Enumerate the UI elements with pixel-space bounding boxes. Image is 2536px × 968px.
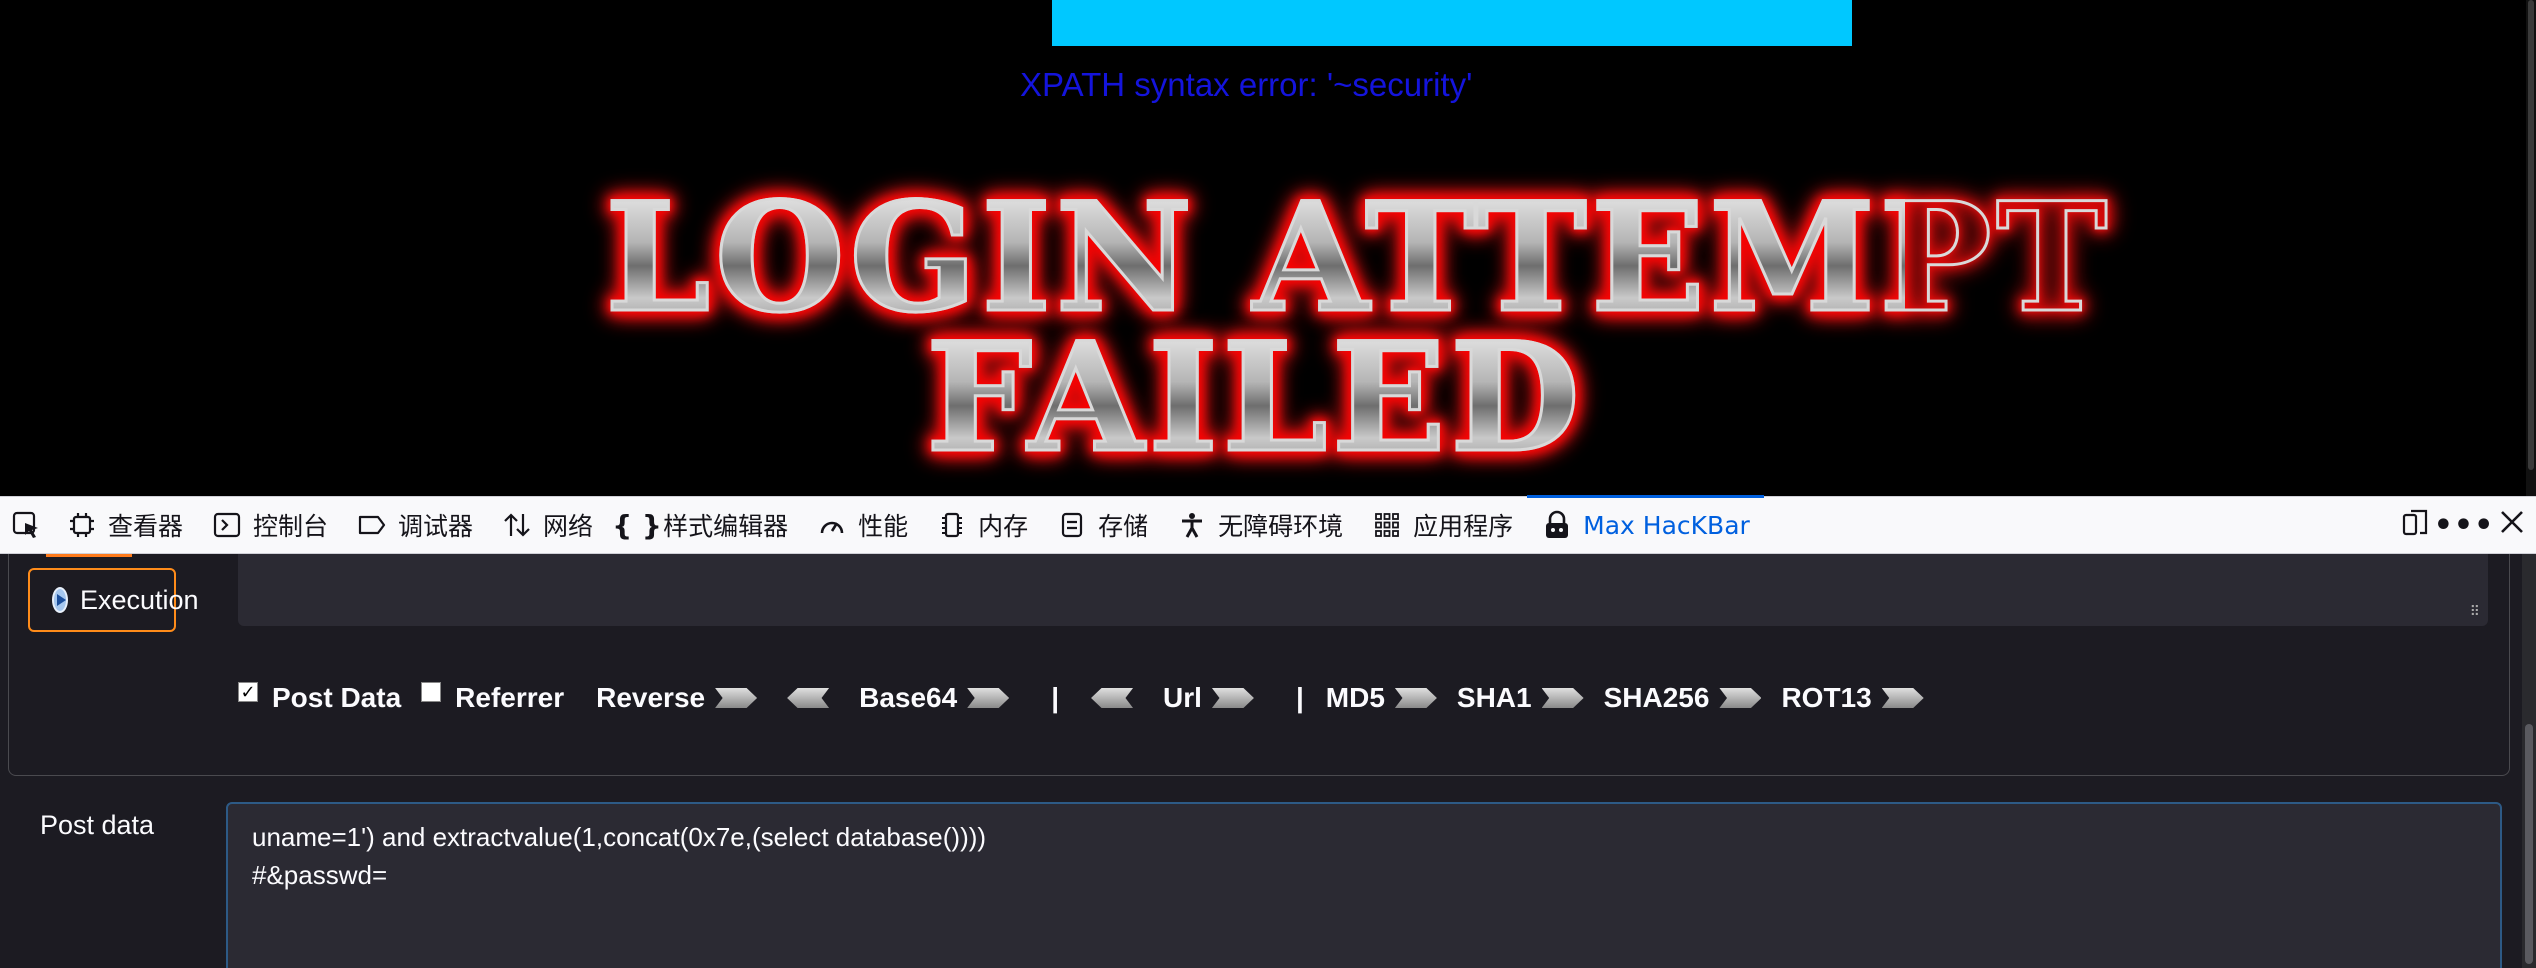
rot13-arrow-icon[interactable] — [1881, 688, 1924, 708]
referrer-checkbox[interactable] — [421, 682, 442, 702]
sha256-button[interactable]: SHA256 — [1604, 682, 1710, 714]
tab-label: 控制台 — [253, 512, 329, 541]
inspector-icon — [66, 509, 98, 541]
execute-button[interactable]: Execution — [28, 568, 199, 632]
tab-max-hackbar[interactable]: Max HacKBar — [1527, 495, 1764, 554]
debugger-icon — [356, 509, 388, 541]
close-devtools-button[interactable] — [2488, 501, 2536, 549]
console-icon — [211, 509, 243, 541]
more-options-icon: ••• — [2433, 507, 2495, 543]
tab-debugger[interactable]: 调试器 — [342, 496, 487, 554]
tab-application[interactable]: 应用程序 — [1357, 496, 1527, 554]
top-banner-bar — [1052, 0, 1852, 46]
tab-network[interactable]: 网络 — [487, 496, 607, 554]
reverse-arrow-icon[interactable] — [715, 688, 758, 708]
tab-label: 调试器 — [398, 512, 474, 541]
more-options-button[interactable]: ••• — [2434, 501, 2494, 549]
page-scrollbar[interactable] — [2526, 0, 2536, 496]
close-icon — [2499, 509, 2525, 541]
hackbar-icon — [1541, 509, 1573, 541]
url-decode-icon[interactable] — [1091, 688, 1134, 708]
resize-grip-icon[interactable]: ⠿ — [2470, 603, 2480, 620]
rot13-button[interactable]: ROT13 — [1781, 682, 1871, 714]
url-label: Url — [1163, 682, 1202, 713]
play-icon — [52, 587, 68, 613]
separator: | — [1051, 682, 1060, 713]
storage-icon — [1056, 509, 1088, 541]
post-data-checkbox[interactable]: ✓ — [238, 682, 258, 702]
accessibility-icon — [1176, 509, 1208, 541]
separator: | — [1295, 682, 1304, 713]
tab-label: 内存 — [978, 512, 1029, 541]
memory-icon — [936, 509, 968, 541]
referrer-option-label: Referrer — [455, 682, 565, 713]
tab-memory[interactable]: 内存 — [922, 496, 1042, 554]
load-button-edge — [46, 554, 132, 557]
toolbar-right-controls: ••• — [2392, 501, 2536, 549]
hackbar-options-row: ✓ Post Data Referrer Reverse Base64 | Ur… — [238, 674, 1944, 722]
tab-label: 应用程序 — [1413, 512, 1514, 541]
hackbar-panel: Execution ⠿ ✓ Post Data Referrer Reverse… — [0, 554, 2536, 968]
tab-label: 性能 — [858, 512, 909, 541]
execute-button-label: Execution — [80, 584, 199, 615]
sha1-button[interactable]: SHA1 — [1457, 682, 1532, 714]
sha1-arrow-icon[interactable] — [1541, 688, 1584, 708]
base64-encode-icon[interactable] — [967, 688, 1010, 708]
tab-accessibility[interactable]: 无障碍环境 — [1162, 496, 1357, 554]
tab-label: 查看器 — [108, 512, 184, 541]
tab-performance[interactable]: 性能 — [802, 496, 922, 554]
responsive-design-icon — [2401, 507, 2431, 543]
post-data-label: Post data — [40, 810, 155, 840]
page-viewport: XPATH syntax error: '~security' LOGIN AT… — [0, 0, 2536, 496]
url-encode-icon[interactable] — [1211, 688, 1254, 708]
element-picker-icon — [10, 509, 42, 541]
sha256-arrow-icon[interactable] — [1719, 688, 1762, 708]
reverse-button[interactable]: Reverse — [596, 682, 705, 714]
base64-label: Base64 — [859, 682, 958, 713]
sql-error-message: XPATH syntax error: '~security' — [1020, 66, 1473, 103]
md5-arrow-icon[interactable] — [1394, 688, 1437, 708]
tab-label: Max HacKBar — [1583, 510, 1750, 540]
tab-label: 样式编辑器 — [663, 512, 789, 541]
panel-scrollbar[interactable] — [2522, 554, 2536, 968]
tab-console[interactable]: 控制台 — [197, 496, 342, 554]
network-icon — [501, 509, 533, 541]
tab-inspector[interactable]: 查看器 — [52, 496, 197, 554]
performance-icon — [816, 509, 848, 541]
tab-storage[interactable]: 存储 — [1042, 496, 1162, 554]
application-icon — [1371, 509, 1403, 541]
tab-label: 网络 — [543, 512, 594, 541]
base64-decode-icon[interactable] — [787, 688, 830, 708]
tab-style-editor[interactable]: { } 样式编辑器 — [607, 496, 802, 554]
tab-label: 无障碍环境 — [1218, 512, 1344, 541]
post-data-option-label: Post Data — [272, 682, 402, 713]
login-failed-banner-line2: FAILED — [605, 317, 1905, 480]
devtools-toolbar: 查看器 控制台 调试器 网络 { } 样式编辑器 性能 内存 存储 无障碍环境 … — [0, 495, 2536, 554]
tab-label: 存储 — [1098, 512, 1149, 541]
url-textarea[interactable]: ⠿ — [238, 554, 2488, 626]
md5-button[interactable]: MD5 — [1326, 682, 1385, 714]
post-data-textarea[interactable]: uname=1') and extractvalue(1,concat(0x7e… — [226, 802, 2502, 968]
element-picker-button[interactable] — [0, 496, 52, 554]
style-editor-icon: { } — [612, 508, 662, 542]
